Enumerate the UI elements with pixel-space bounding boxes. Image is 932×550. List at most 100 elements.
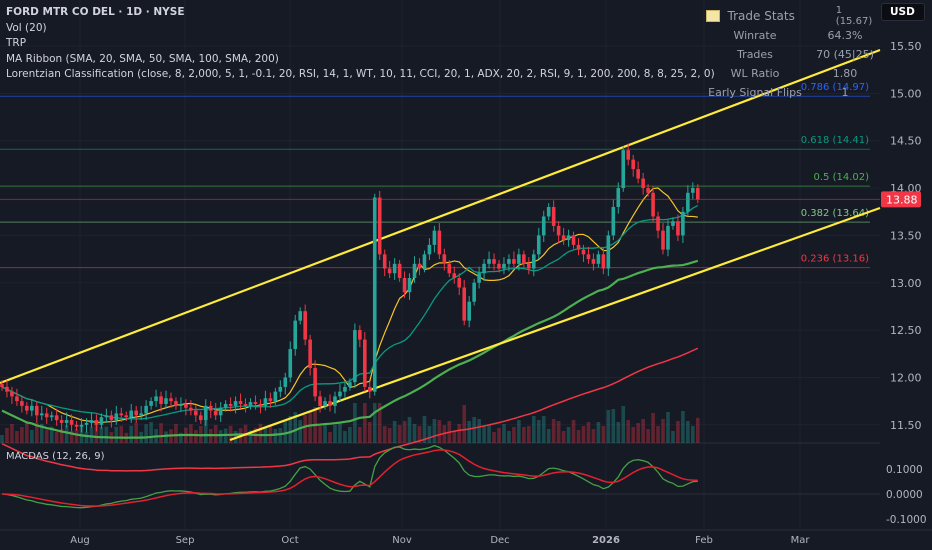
stat-label: WL Ratio [730,67,780,80]
volume-bar [596,422,601,443]
candle-body [536,235,541,255]
volume-bar [696,417,700,443]
candle-body [89,420,94,423]
currency-button[interactable]: USD [881,3,925,21]
candle-body [333,396,337,406]
candle-body [184,403,188,408]
volume-bar [626,420,631,443]
volume-bar [502,424,506,443]
candle-body [293,320,298,350]
volume-bar [129,425,134,443]
stat-label: Winrate [733,29,777,42]
candle-body [39,413,44,416]
candle-body [492,259,496,264]
volume-bar [646,429,650,443]
candle-body [278,386,283,392]
indicator-trp[interactable]: TRP [6,36,715,52]
volume-bar [348,427,352,443]
volume-bar [0,435,4,443]
volume-bar [576,430,581,443]
candle-body [646,188,650,193]
volume-bar [571,420,576,443]
time-tick-label: 2026 [592,535,620,546]
candle-body [581,249,586,255]
volume-bar [382,426,387,443]
indicator-ma-ribbon[interactable]: MA Ribbon (SMA, 20, SMA, 50, SMA, 100, S… [6,52,715,68]
volume-bar [427,426,432,443]
price-tick-label: 15.50 [890,40,922,53]
candle-body [353,330,357,383]
candle-body [527,263,531,269]
candle-body [79,424,84,427]
indicator-lorentzian[interactable]: Lorentzian Classification (close, 8, 2,0… [6,67,715,83]
volume-bar [194,430,198,443]
volume-bar [621,406,626,443]
candle-body [84,422,89,425]
volume-bar [189,424,193,443]
candle-body [502,263,506,269]
candle-body [174,401,178,406]
candle-body [363,339,367,387]
volume-bar [213,425,218,443]
candle-body [119,413,124,416]
volume-bar [522,427,526,443]
candle-body [546,206,551,217]
volume-bar [104,426,109,443]
candle-body [323,401,327,406]
volume-bar [308,411,312,443]
volume-bar [258,423,263,443]
volume-bar [358,427,362,443]
time-tick-label: Dec [490,535,509,546]
candle-body [20,401,24,406]
volume-bar [149,422,153,443]
symbol-title[interactable]: FORD MTR CO DEL · 1D · NYSE [6,5,715,21]
candle-body [109,415,114,421]
candle-body [517,254,521,264]
candle-body [253,402,258,404]
candle-body [15,396,19,402]
candle-body [238,401,243,404]
candle-body [213,410,218,416]
volume-bar [611,409,616,443]
volume-bar [527,426,531,443]
candle-body [616,188,621,207]
time-tick-label: Aug [70,535,90,546]
macd-tick-label: -0.1000 [886,514,927,526]
volume-bar [691,426,695,443]
volume-bar [278,428,283,443]
candle-body [94,420,99,425]
volume-bar [561,431,566,443]
candle-body [427,244,432,255]
volume-bar [74,428,79,443]
candle-body [586,254,591,260]
candle-body [407,278,412,293]
candle-body [497,263,501,269]
candle-body [621,150,626,189]
volume-bar [681,411,685,443]
stats-row: Winrate 64.3% [700,26,880,45]
candle-body [556,225,561,236]
candle-body [551,206,556,226]
indicator-vol[interactable]: Vol (20) [6,21,715,37]
chart-icon [706,10,720,22]
candle-body [377,197,382,255]
time-tick-label: Feb [695,535,713,546]
volume-bar [591,429,596,443]
volume-bar [392,421,397,443]
candle-body [233,401,238,406]
candle-body [437,230,442,255]
candle-body [149,401,153,406]
volume-bar [412,424,417,443]
stat-value: 1 [841,86,849,99]
volume-bar [546,429,551,443]
candle-body [656,216,660,231]
volume-bar [387,428,392,443]
fib-level-label: 0.5 (14.02) [813,172,869,183]
volume-bar [651,413,655,443]
candle-body [328,401,332,406]
candle-body [144,405,148,414]
volume-bar [437,420,442,443]
volume-bar [616,422,621,443]
candle-body [596,254,601,264]
macd-title[interactable]: MACDAS (12, 26, 9) [6,451,105,462]
